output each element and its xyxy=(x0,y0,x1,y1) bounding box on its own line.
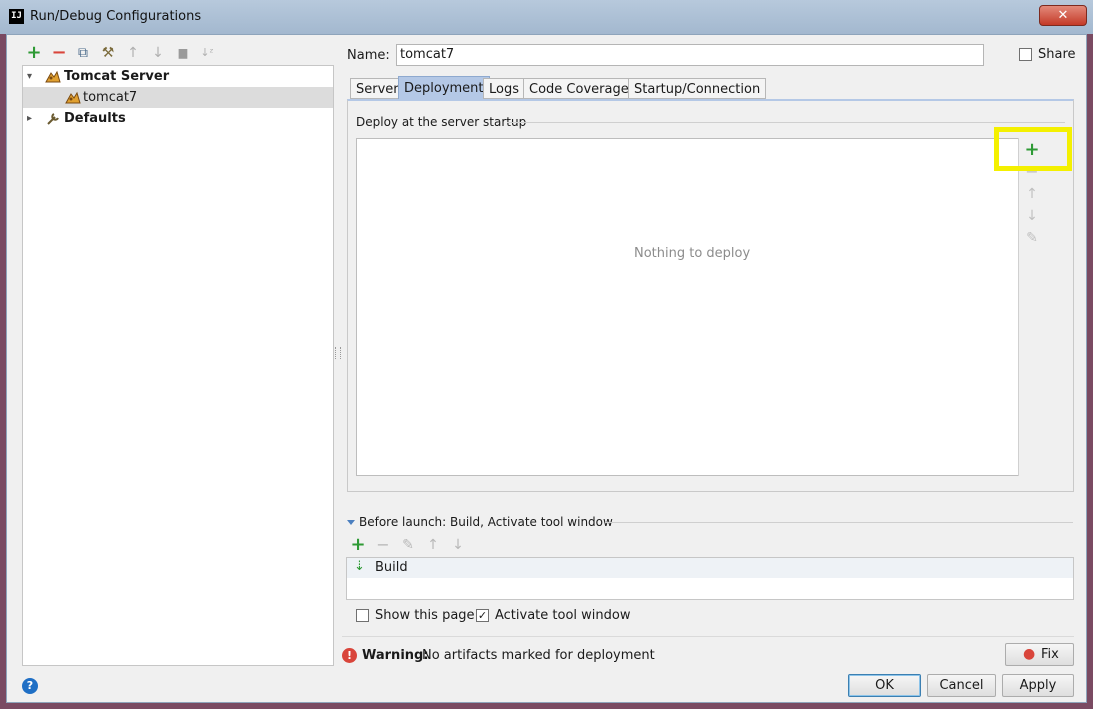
move-up-icon[interactable]: ↑ xyxy=(425,537,441,553)
tomcat-icon xyxy=(65,91,81,104)
name-field[interactable]: tomcat7 xyxy=(396,44,984,66)
tomcat-icon xyxy=(45,70,61,83)
empty-deploy-text: Nothing to deploy xyxy=(634,246,751,261)
add-task-icon[interactable]: + xyxy=(350,536,366,554)
edit-defaults-icon[interactable]: ⚒ xyxy=(100,45,116,61)
show-page-checkbox[interactable] xyxy=(356,609,369,622)
edit-task-icon[interactable]: ✎ xyxy=(400,537,416,553)
tree-item-label: tomcat7 xyxy=(83,90,138,105)
before-launch-list: ⇣ Build xyxy=(346,557,1074,600)
tree-item-tomcat7[interactable]: tomcat7 xyxy=(23,87,333,108)
build-icon: ⇣ xyxy=(354,559,365,574)
window-close-button[interactable]: ✕ xyxy=(1039,5,1087,26)
name-label: Name: xyxy=(347,48,390,63)
build-label: Build xyxy=(375,560,408,575)
list-item[interactable]: ⇣ Build xyxy=(347,558,1073,578)
fix-button[interactable]: ● Fix xyxy=(1005,643,1074,666)
copy-configuration-icon[interactable]: ⧉ xyxy=(75,45,91,61)
move-up-icon[interactable]: ↑ xyxy=(125,45,141,61)
show-page-label: Show this page xyxy=(375,608,475,623)
tab-startup-connection[interactable]: Startup/Connection xyxy=(628,78,767,99)
add-configuration-icon[interactable]: + xyxy=(26,44,42,62)
tree-item-tomcat-server[interactable]: ▾ Tomcat Server xyxy=(23,66,333,87)
window-titlebar: IJ Run/Debug Configurations ✕ xyxy=(0,0,1093,34)
warning-text: No artifacts marked for deployment xyxy=(422,648,655,663)
add-button-highlight xyxy=(994,127,1072,171)
ok-button[interactable]: OK xyxy=(848,674,921,697)
move-up-icon[interactable]: ↑ xyxy=(1024,186,1040,202)
tab-logs[interactable]: Logs xyxy=(483,78,525,99)
move-down-icon[interactable]: ↓ xyxy=(1024,208,1040,224)
lightbulb-icon: ● xyxy=(1023,646,1036,662)
warning-label: Warning: xyxy=(362,648,429,663)
tab-deployment[interactable]: Deployment xyxy=(398,76,490,100)
help-icon[interactable]: ? xyxy=(22,678,38,694)
activate-tool-window-label: Activate tool window xyxy=(495,608,631,623)
tree-item-label: Tomcat Server xyxy=(64,69,170,84)
move-down-icon[interactable]: ↓ xyxy=(450,537,466,553)
share-checkbox[interactable] xyxy=(1019,48,1032,61)
collapse-triangle-icon[interactable] xyxy=(347,520,355,525)
tab-code-coverage[interactable]: Code Coverage xyxy=(523,78,635,99)
splitter-handle[interactable] xyxy=(335,347,341,359)
intellij-app-icon: IJ xyxy=(9,9,24,24)
deployment-toolbar: + − ↑ ↓ ✎ xyxy=(1018,138,1045,476)
window-title: Run/Debug Configurations xyxy=(30,9,202,24)
configuration-tree: ▾ Tomcat Server tomcat7 ▸ Defaults xyxy=(22,65,334,666)
footer-separator xyxy=(342,636,1074,637)
wrench-icon xyxy=(47,113,59,125)
tab-server[interactable]: Server xyxy=(350,78,405,99)
sort-icon[interactable]: ↓ᶻ xyxy=(199,45,215,61)
move-down-icon[interactable]: ↓ xyxy=(150,45,166,61)
cancel-button[interactable]: Cancel xyxy=(927,674,996,697)
apply-button[interactable]: Apply xyxy=(1002,674,1074,697)
before-launch-separator xyxy=(605,522,1073,523)
run-debug-dialog: + − ⧉ ⚒ ↑ ↓ ▆ ↓ᶻ ▾ Tomcat Server tomcat7… xyxy=(6,34,1087,703)
section-separator xyxy=(507,122,1065,123)
remove-task-icon[interactable]: − xyxy=(375,537,391,553)
share-label: Share xyxy=(1038,47,1076,62)
tree-item-label: Defaults xyxy=(64,111,126,126)
chevron-right-icon[interactable]: ▸ xyxy=(27,108,32,129)
edit-artifact-icon[interactable]: ✎ xyxy=(1024,230,1040,246)
folder-icon[interactable]: ▆ xyxy=(175,45,191,61)
remove-configuration-icon[interactable]: − xyxy=(51,44,67,62)
activate-tool-window-checkbox[interactable]: ✓ xyxy=(476,609,489,622)
deploy-section-title: Deploy at the server startup xyxy=(356,115,527,129)
deployment-list[interactable] xyxy=(356,138,1045,476)
tree-item-defaults[interactable]: ▸ Defaults xyxy=(23,108,333,129)
before-launch-title: Before launch: Build, Activate tool wind… xyxy=(359,515,613,529)
chevron-down-icon[interactable]: ▾ xyxy=(27,66,32,87)
error-icon: ! xyxy=(342,648,357,663)
fix-button-label: Fix xyxy=(1041,647,1059,662)
